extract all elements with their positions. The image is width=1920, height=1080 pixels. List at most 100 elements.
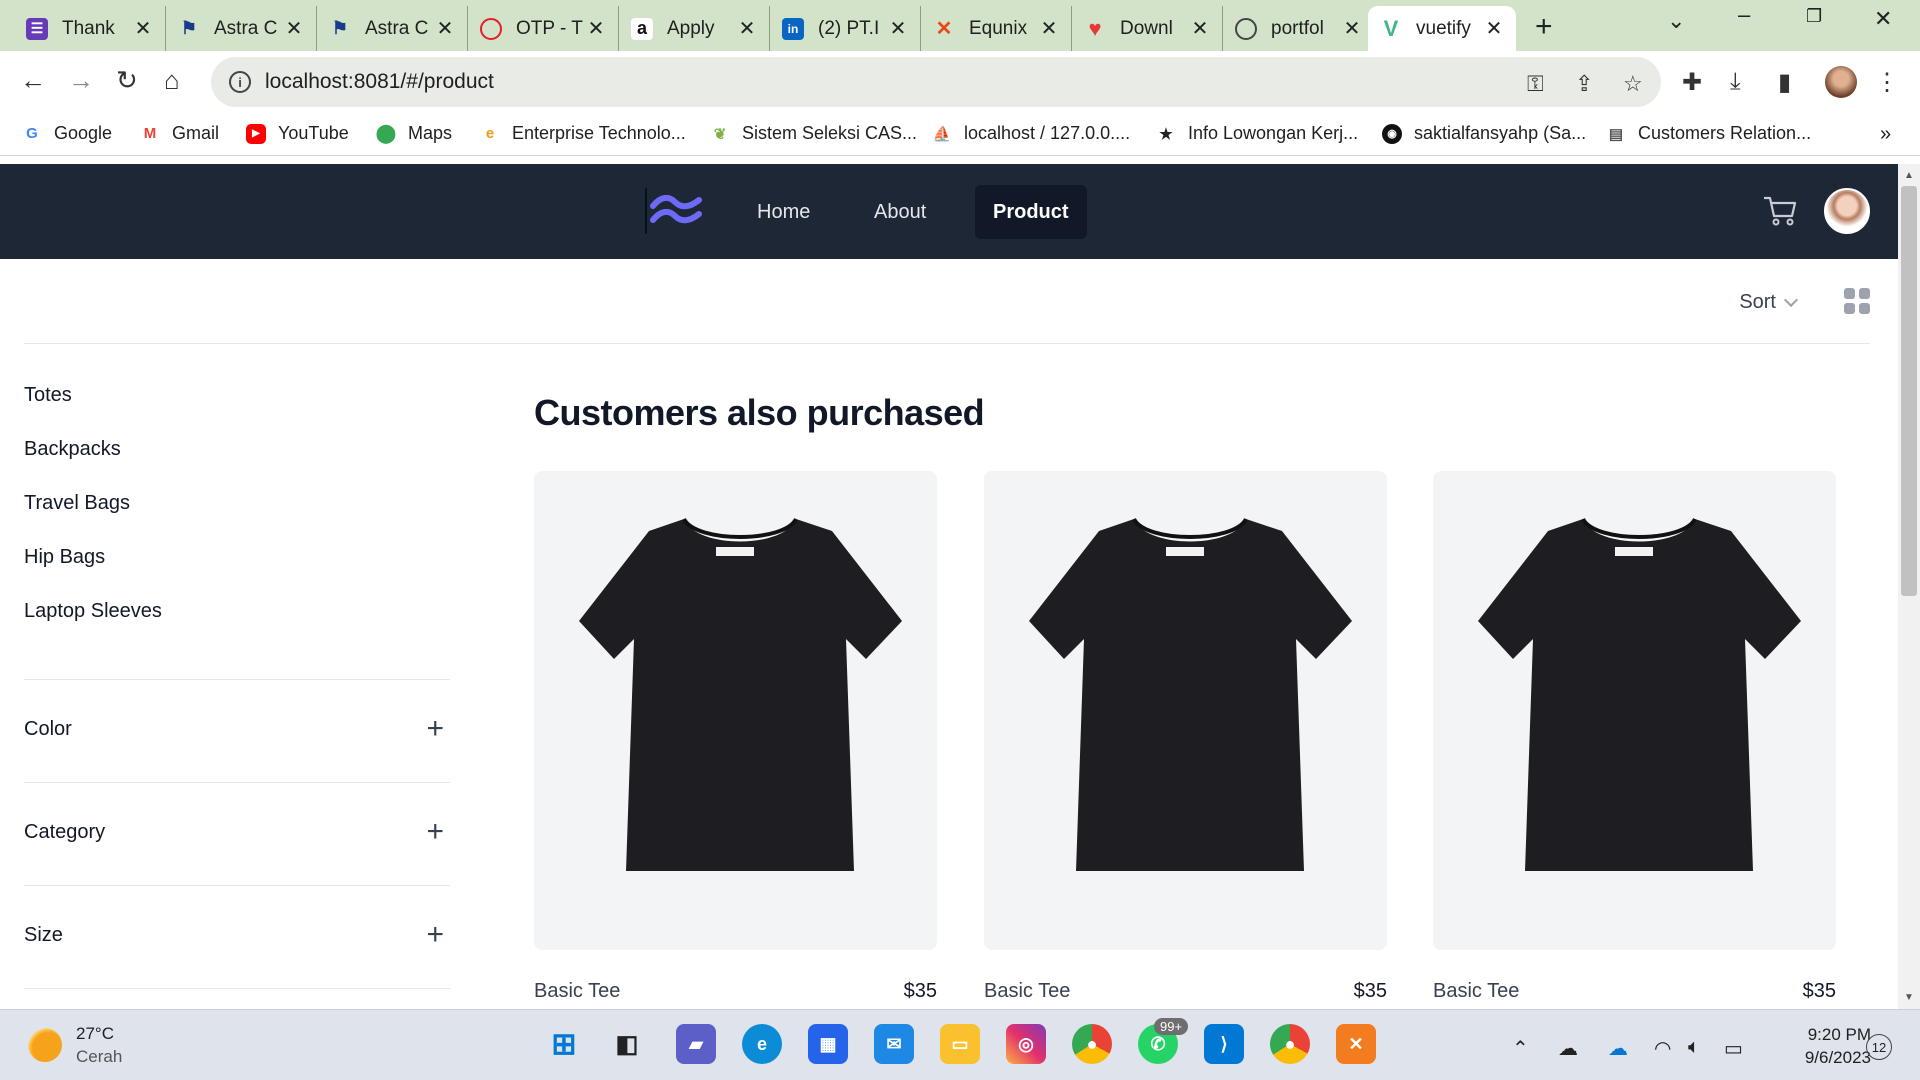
vscode-icon[interactable]: ⟩	[1204, 1024, 1244, 1064]
filter-category[interactable]: Category +	[24, 782, 450, 885]
battery-icon[interactable]: ▭	[1724, 1036, 1743, 1061]
weather-widget[interactable]: 27°C Cerah	[28, 1022, 122, 1068]
tab-search-icon[interactable]: ⌄	[1667, 8, 1685, 34]
close-icon[interactable]: ✕	[1484, 16, 1504, 41]
browser-profile-avatar[interactable]	[1825, 66, 1857, 98]
bookmark-sistem-seleksi[interactable]: ❦ Sistem Seleksi CAS...	[710, 123, 917, 144]
chrome-icon[interactable]: ●	[1072, 1024, 1112, 1064]
close-icon[interactable]: ✕	[1039, 16, 1059, 41]
tailwind-logo-icon[interactable]	[645, 186, 703, 236]
bookmark-github[interactable]: ◉ saktialfansyahp (Sa...	[1382, 123, 1586, 144]
tray-chevron-up-icon[interactable]: ⌃	[1512, 1036, 1529, 1061]
filter-size[interactable]: Size +	[24, 885, 450, 988]
address-bar[interactable]: i localhost:8081/#/product	[211, 57, 1661, 107]
system-clock[interactable]: 9:20 PM 9/6/2023	[1777, 1023, 1871, 1069]
close-icon[interactable]: ✕	[284, 16, 304, 41]
share-icon[interactable]: ⇪	[1575, 71, 1593, 97]
xampp-icon[interactable]: ✕	[1336, 1024, 1376, 1064]
user-avatar[interactable]	[1824, 188, 1870, 234]
shopping-cart-icon[interactable]	[1762, 194, 1798, 228]
product-card[interactable]: Basic Tee $35	[984, 471, 1387, 1002]
teams-chat-icon[interactable]: ▰	[676, 1024, 716, 1064]
key-icon[interactable]: ⚿	[1527, 71, 1544, 97]
wifi-icon[interactable]: ◠	[1654, 1036, 1671, 1061]
category-link-travel-bags[interactable]: Travel Bags	[24, 488, 450, 542]
close-icon[interactable]: ✕	[737, 16, 757, 41]
forward-icon[interactable]: →	[68, 65, 94, 96]
restore-icon[interactable]: ❐	[1806, 6, 1822, 27]
close-icon[interactable]: ✕	[888, 16, 908, 41]
reload-icon[interactable]: ↻	[116, 65, 138, 96]
close-icon[interactable]: ✕	[435, 16, 455, 41]
product-image[interactable]	[1433, 471, 1836, 950]
plus-icon[interactable]: +	[426, 712, 444, 746]
grid-view-icon[interactable]	[1844, 288, 1870, 314]
bookmark-maps[interactable]: ⬤ Maps	[376, 123, 452, 144]
close-icon[interactable]: ✕	[1190, 16, 1210, 41]
tab-6[interactable]: in (2) PT.I ✕	[770, 6, 921, 51]
bookmark-google[interactable]: G Google	[22, 123, 112, 144]
category-link-backpacks[interactable]: Backpacks	[24, 434, 450, 488]
minimize-icon[interactable]: –	[1738, 2, 1750, 28]
download-icon[interactable]: ⤓	[1730, 68, 1741, 96]
instagram-icon[interactable]: ◎	[1006, 1024, 1046, 1064]
menu-dots-icon[interactable]: ⋮	[1875, 68, 1899, 97]
product-name[interactable]: Basic Tee	[534, 980, 620, 1003]
scrollbar-thumb[interactable]	[1901, 186, 1917, 596]
product-image[interactable]	[534, 471, 937, 950]
close-icon[interactable]: ✕	[1342, 16, 1362, 41]
tab-10-active[interactable]: V vuetify ✕	[1368, 6, 1516, 51]
bookmark-star-icon[interactable]: ☆	[1623, 71, 1643, 97]
back-icon[interactable]: ←	[20, 65, 46, 96]
close-icon[interactable]: ✕	[133, 16, 153, 41]
task-view-icon[interactable]: ◧	[607, 1024, 647, 1064]
bookmark-gmail[interactable]: M Gmail	[140, 123, 219, 144]
mail-icon[interactable]: ✉	[874, 1024, 914, 1064]
product-card[interactable]: Basic Tee $35	[534, 471, 937, 1002]
bookmark-enterprise[interactable]: e Enterprise Technolo...	[480, 123, 686, 144]
volume-icon[interactable]: 🔈︎	[1688, 1036, 1700, 1059]
url-text[interactable]: localhost:8081/#/product	[265, 70, 494, 94]
more-bookmarks-icon[interactable]: »	[1880, 123, 1891, 146]
nav-about[interactable]: About	[856, 185, 944, 239]
close-icon[interactable]: ✕	[586, 16, 606, 41]
onedrive-icon[interactable]: ☁	[1608, 1036, 1628, 1061]
plus-icon[interactable]: +	[426, 815, 444, 849]
filter-color[interactable]: Color +	[24, 679, 450, 782]
scroll-up-icon[interactable]: ▲	[1904, 170, 1914, 181]
bookmark-youtube[interactable]: ▶ YouTube	[246, 123, 349, 144]
bookmark-crm[interactable]: ▤ Customers Relation...	[1606, 123, 1811, 144]
close-window-icon[interactable]: ✕	[1874, 6, 1892, 32]
tab-3[interactable]: ⚑ Astra C ✕	[317, 6, 468, 51]
category-link-laptop-sleeves[interactable]: Laptop Sleeves	[24, 596, 450, 650]
extensions-icon[interactable]: ✚	[1682, 68, 1702, 97]
tab-7[interactable]: ✕ Equnix ✕	[921, 6, 1072, 51]
notification-count[interactable]: 12	[1866, 1034, 1892, 1060]
product-name[interactable]: Basic Tee	[1433, 980, 1519, 1003]
file-explorer-icon[interactable]: ▭	[940, 1024, 980, 1064]
chrome-active-icon[interactable]: ●	[1270, 1024, 1310, 1064]
tab-9[interactable]: portfol ✕	[1223, 6, 1374, 51]
cloud-sync-icon[interactable]: ☁	[1558, 1036, 1578, 1061]
product-image[interactable]	[984, 471, 1387, 950]
nav-home[interactable]: Home	[739, 185, 828, 239]
tab-5[interactable]: a Apply ✕	[619, 6, 770, 51]
category-link-totes[interactable]: Totes	[24, 380, 450, 434]
product-name[interactable]: Basic Tee	[984, 980, 1070, 1003]
scroll-down-icon[interactable]: ▼	[1904, 992, 1914, 1003]
bookmark-lowongan[interactable]: ★ Info Lowongan Kerj...	[1156, 123, 1358, 144]
new-tab-icon[interactable]: +	[1535, 10, 1553, 44]
tab-1[interactable]: ☰ Thank ✕	[14, 6, 166, 51]
side-panel-icon[interactable]: ▮	[1778, 68, 1791, 97]
tab-2[interactable]: ⚑ Astra C ✕	[166, 6, 317, 51]
home-icon[interactable]: ⌂	[164, 65, 180, 96]
windows-start-icon[interactable]: ⊞	[544, 1024, 584, 1064]
tab-8[interactable]: ♥ Downl ✕	[1072, 6, 1223, 51]
category-link-hip-bags[interactable]: Hip Bags	[24, 542, 450, 596]
store-icon[interactable]: ▦	[808, 1024, 848, 1064]
sort-menu[interactable]: Sort	[1739, 291, 1799, 314]
site-info-icon[interactable]: i	[229, 71, 251, 93]
tab-4[interactable]: OTP - T ✕	[468, 6, 619, 51]
edge-icon[interactable]: e	[742, 1024, 782, 1064]
product-card[interactable]: Basic Tee $35	[1433, 471, 1836, 1002]
